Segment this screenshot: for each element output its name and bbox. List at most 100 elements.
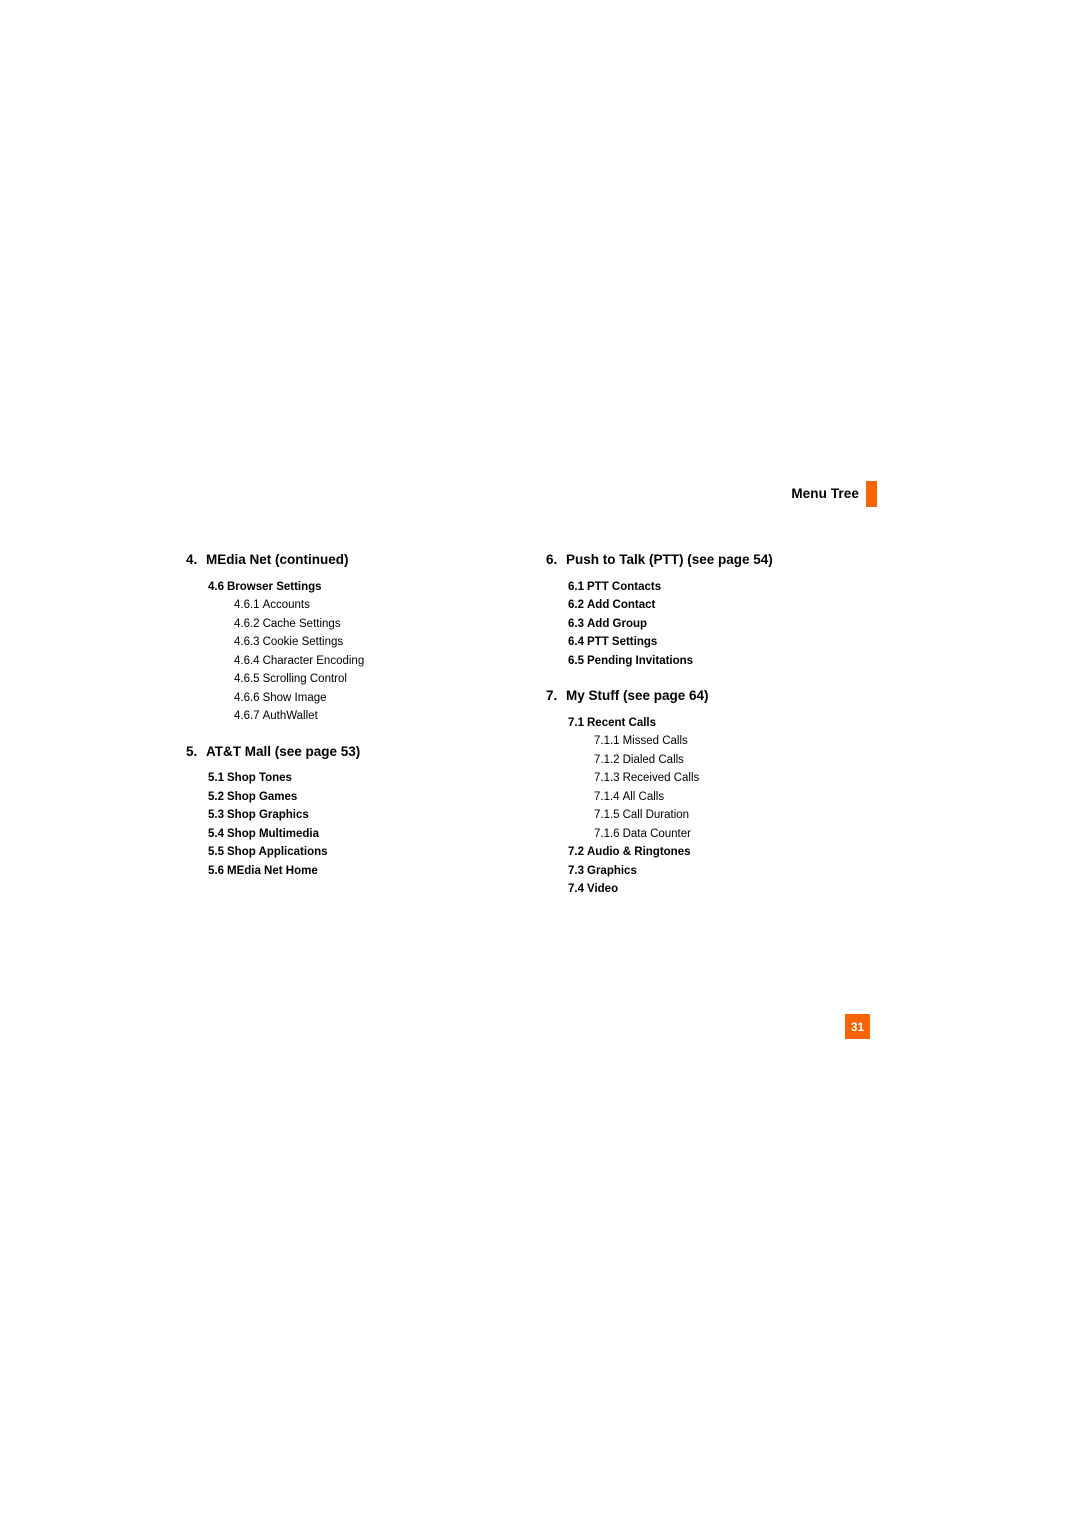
menu-tree-section: 5. AT&T Mall (see page 53) 5.1 Shop Tones 5.… bbox=[186, 743, 516, 878]
menu-item-number: 6.4 bbox=[568, 636, 584, 648]
menu-item-number: 6.1 bbox=[568, 580, 584, 593]
menu-item-label: Shop Games bbox=[227, 790, 298, 803]
menu-item-level-1: 4. MEdia Net (continued) bbox=[186, 553, 516, 567]
menu-item-label: Show Image bbox=[262, 691, 327, 704]
menu-item-number: 7.4 bbox=[568, 883, 584, 895]
menu-item-level-2: 6.4 PTT Settings bbox=[568, 630, 926, 649]
menu-item-number: 5.2 bbox=[208, 790, 224, 803]
menu-item-level-2: 7.3 Graphics bbox=[568, 859, 926, 878]
menu-item-level-2: 7.4 Video bbox=[568, 877, 926, 896]
menu-item-level-2: 5.1 Shop Tones bbox=[208, 766, 516, 785]
menu-item-label: Cookie Settings bbox=[262, 636, 344, 648]
menu-tree: 4. MEdia Net (continued) 4.6 Browser Settin… bbox=[0, 553, 1080, 953]
menu-item-label: Shop Applications bbox=[227, 846, 328, 858]
menu-item-level-3: 7.1.6 Data Counter bbox=[594, 822, 926, 841]
menu-item-number: 4.6.2 bbox=[234, 617, 260, 630]
menu-item-number: 7.1.3 bbox=[594, 772, 620, 784]
menu-item-number: 6.5 bbox=[568, 654, 584, 667]
menu-item-level-3: 4.6.2 Cache Settings bbox=[234, 612, 516, 631]
menu-tree-section: 7. My Stuff (see page 64) 7.1 Recent Calls 7… bbox=[546, 689, 926, 896]
menu-item-number: 7.1 bbox=[568, 716, 584, 729]
menu-item-level-3: 4.6.4 Character Encoding bbox=[234, 649, 516, 668]
menu-item-label: AT&T Mall (see page 53) bbox=[206, 743, 361, 759]
menu-item-level-3: 4.6.7 AuthWallet bbox=[234, 704, 516, 723]
menu-item-level-3: 7.1.4 All Calls bbox=[594, 785, 926, 804]
menu-item-label: Browser Settings bbox=[227, 580, 322, 593]
menu-item-number: 5.1 bbox=[208, 772, 224, 784]
menu-item-number: 7.1.6 bbox=[594, 827, 620, 840]
menu-item-level-3: 7.1.2 Dialed Calls bbox=[594, 748, 926, 767]
menu-item-level-3: 4.6.1 Accounts bbox=[234, 593, 516, 612]
menu-item-number: 4.6 bbox=[208, 580, 224, 593]
menu-item-number: 7.1.5 bbox=[594, 809, 620, 821]
menu-item-number: 6. bbox=[546, 552, 558, 567]
menu-item-label: AuthWallet bbox=[262, 710, 318, 722]
menu-item-number: 7. bbox=[546, 688, 558, 703]
menu-tree-column-right: 6. Push to Talk (PTT) (see page 54) 6.1 PTT… bbox=[546, 553, 926, 896]
menu-item-label: All Calls bbox=[622, 790, 665, 803]
menu-item-label: PTT Settings bbox=[587, 636, 658, 648]
menu-item-label: Push to Talk (PTT) (see page 54) bbox=[566, 552, 773, 567]
menu-item-label: Recent Calls bbox=[587, 716, 657, 729]
menu-item-level-3: 4.6.6 Show Image bbox=[234, 686, 516, 705]
menu-item-level-2: 5.3 Shop Graphics bbox=[208, 803, 516, 822]
menu-item-level-2: 6.5 Pending Invitations bbox=[568, 649, 926, 668]
menu-item-label: Scrolling Control bbox=[262, 673, 347, 685]
menu-item-number: 5.5 bbox=[208, 846, 224, 858]
menu-item-level-2: 4.6 Browser Settings bbox=[208, 575, 516, 594]
menu-item-level-3: 7.1.5 Call Duration bbox=[594, 803, 926, 822]
menu-item-label: Shop Multimedia bbox=[227, 827, 319, 840]
menu-tree-column-left: 4. MEdia Net (continued) 4.6 Browser Settin… bbox=[186, 553, 516, 877]
menu-item-number: 4.6.7 bbox=[234, 710, 260, 722]
menu-item-level-2: 6.1 PTT Contacts bbox=[568, 575, 926, 594]
menu-item-level-1: 6. Push to Talk (PTT) (see page 54) bbox=[546, 553, 926, 567]
menu-item-label: Missed Calls bbox=[622, 735, 688, 747]
menu-item-number: 7.1.2 bbox=[594, 753, 620, 766]
menu-item-number: 4.6.3 bbox=[234, 636, 260, 648]
menu-item-number: 4.6.5 bbox=[234, 673, 260, 685]
menu-item-number: 4. bbox=[186, 552, 198, 567]
menu-item-label: Dialed Calls bbox=[622, 753, 684, 766]
menu-item-label: Character Encoding bbox=[262, 654, 365, 667]
menu-item-number: 6.3 bbox=[568, 617, 584, 630]
menu-tree-section: 6. Push to Talk (PTT) (see page 54) 6.1 PTT… bbox=[546, 553, 926, 667]
menu-item-number: 5. bbox=[186, 743, 198, 759]
menu-item-label: Received Calls bbox=[622, 772, 700, 784]
menu-item-number: 7.1.4 bbox=[594, 790, 620, 803]
menu-item-label: MEdia Net Home bbox=[227, 864, 318, 877]
menu-item-label: Pending Invitations bbox=[587, 654, 694, 667]
menu-item-label: Video bbox=[587, 883, 619, 895]
menu-item-level-1: 5. AT&T Mall (see page 53) bbox=[186, 743, 516, 759]
menu-item-level-2: 7.1 Recent Calls bbox=[568, 711, 926, 730]
page-number-badge: 31 bbox=[845, 1014, 870, 1039]
menu-item-level-2: 5.5 Shop Applications bbox=[208, 840, 516, 859]
menu-item-label: Audio & Ringtones bbox=[587, 846, 691, 858]
menu-item-level-2: 6.3 Add Group bbox=[568, 612, 926, 631]
menu-item-label: Call Duration bbox=[622, 809, 690, 821]
orange-marker-icon bbox=[866, 481, 877, 507]
menu-item-number: 5.6 bbox=[208, 864, 224, 877]
menu-item-label: Graphics bbox=[587, 864, 637, 877]
menu-item-number: 7.1.1 bbox=[594, 735, 620, 747]
menu-item-number: 6.2 bbox=[568, 599, 584, 611]
menu-item-label: Shop Graphics bbox=[227, 809, 309, 821]
menu-item-label: Add Contact bbox=[587, 599, 656, 611]
menu-item-label: Cache Settings bbox=[262, 617, 341, 630]
menu-item-level-2: 6.2 Add Contact bbox=[568, 593, 926, 612]
menu-item-level-2: 5.4 Shop Multimedia bbox=[208, 822, 516, 841]
page-number-label: 31 bbox=[850, 1019, 865, 1034]
menu-item-number: 4.6.6 bbox=[234, 691, 260, 704]
menu-item-label: My Stuff (see page 64) bbox=[566, 688, 709, 703]
menu-item-number: 4.6.1 bbox=[234, 599, 260, 611]
menu-item-level-3: 4.6.3 Cookie Settings bbox=[234, 630, 516, 649]
menu-item-label: Add Group bbox=[587, 617, 648, 630]
menu-item-number: 5.4 bbox=[208, 827, 224, 840]
menu-item-level-2: 5.6 MEdia Net Home bbox=[208, 859, 516, 878]
menu-item-level-1: 7. My Stuff (see page 64) bbox=[546, 689, 926, 703]
menu-tree-section: 4. MEdia Net (continued) 4.6 Browser Settin… bbox=[186, 553, 516, 723]
menu-item-number: 7.2 bbox=[568, 846, 584, 858]
menu-item-level-3: 7.1.1 Missed Calls bbox=[594, 729, 926, 748]
menu-item-number: 7.3 bbox=[568, 864, 584, 877]
menu-item-level-2: 5.2 Shop Games bbox=[208, 785, 516, 804]
menu-item-label: Data Counter bbox=[622, 827, 691, 840]
